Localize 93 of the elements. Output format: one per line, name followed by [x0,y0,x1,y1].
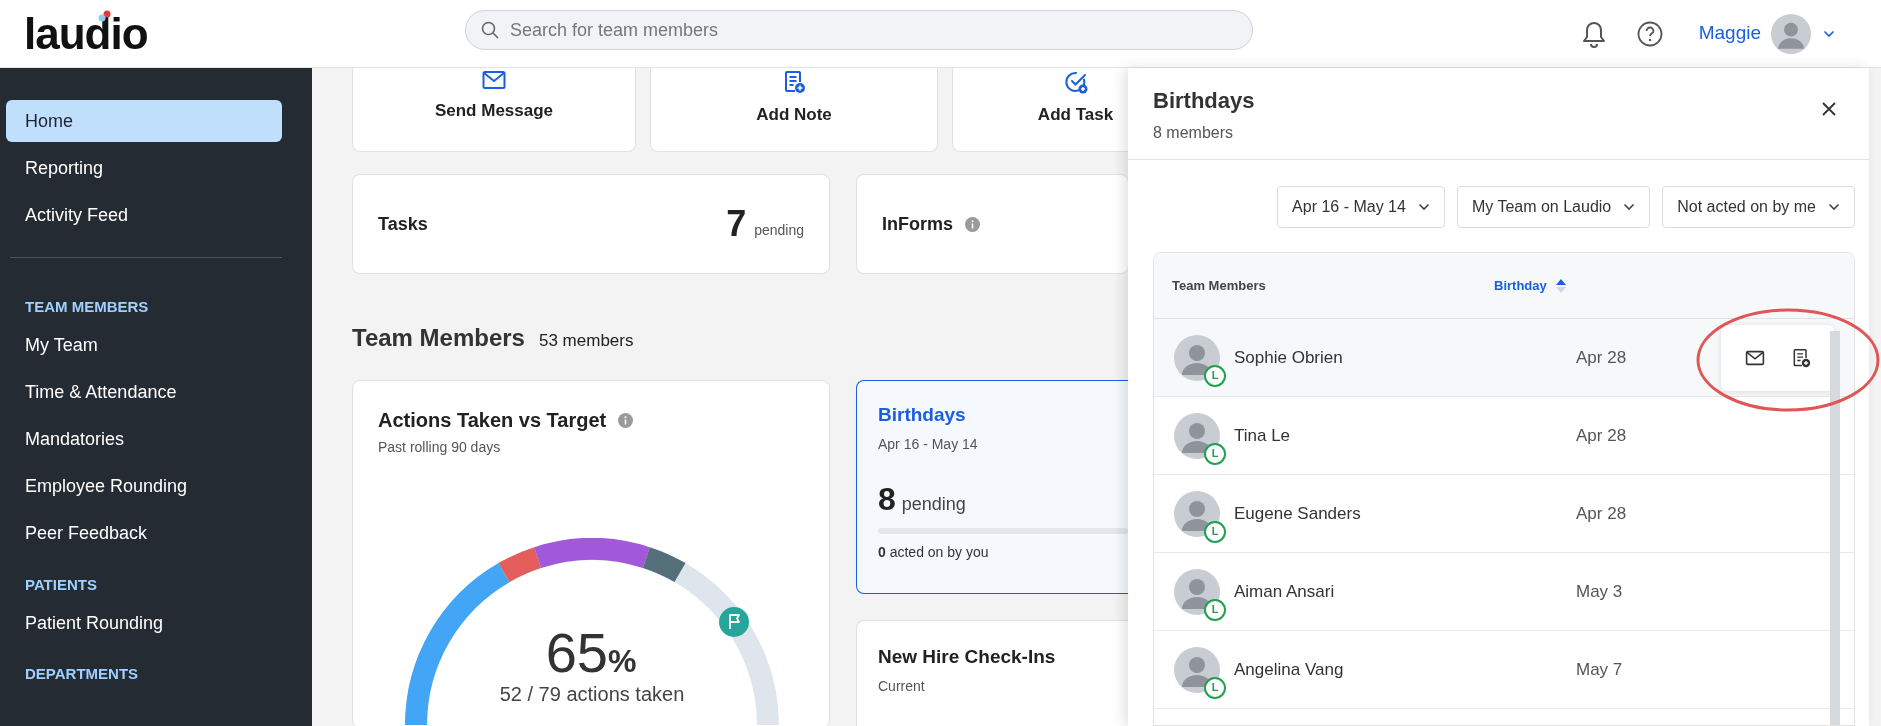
sidebar-item[interactable]: Patient Rounding [6,602,282,644]
pending-count: 7 [726,206,747,242]
new-hire-card[interactable]: New Hire Check-Ins Current [856,620,1128,726]
mail-icon [1744,350,1765,366]
sidebar-item[interactable]: Reporting [6,147,282,189]
summary-card[interactable]: Tasks 7 pending [352,174,830,274]
action-label: Add Task [1037,104,1114,126]
close-button[interactable] [1822,102,1836,116]
section-heading: DEPARTMENTS [25,664,140,684]
status-badge: L [1204,520,1226,543]
pending-label: pending [754,220,804,240]
sidebar-item[interactable]: Activity Feed [6,194,282,236]
status-badge: L [1204,598,1226,621]
scrollbar[interactable] [1830,331,1840,725]
search-field[interactable]: Search for team members [465,10,1253,50]
birthday-date: Apr 28 [1576,346,1627,369]
card-title: New Hire Check-Ins [878,645,1057,669]
section-title: Team Members [352,323,525,353]
filter-label: Apr 16 - May 14 [1292,197,1406,217]
filter-label: Not acted on by me [1677,197,1816,217]
quick-action-button[interactable]: Add Note [650,68,938,152]
note-add-icon [782,70,806,94]
card-title: Actions Taken vs Target [378,408,607,433]
chevron-down-icon [1417,203,1430,211]
sidebar-item[interactable]: My Team [6,324,282,367]
avatar-placeholder [1174,568,1220,615]
pending-count: 8 [878,482,896,515]
percent-sign: % [607,645,637,677]
sidebar-item[interactable]: Time & Attendance [6,371,282,414]
action-label: Add Note [756,104,832,126]
avatar-placeholder [1174,490,1220,537]
member-name[interactable]: Aiman Ansari [1234,578,1335,605]
user-name: Maggie [1698,21,1761,46]
member-name[interactable]: Eugene Sanders [1234,500,1361,527]
avatar-placeholder [1174,412,1220,459]
sort-icon [1554,277,1567,294]
sidebar-item[interactable]: Mandatories [6,418,282,461]
member-name[interactable]: Angelina Vang [1234,656,1344,683]
laudio-logo[interactable]: laudio [24,11,148,56]
member-name[interactable]: Tina Le [1234,422,1291,449]
status-badge: L [1204,442,1226,465]
section-heading: TEAM MEMBERS [25,297,150,317]
status-badge: L [1204,676,1226,699]
close-icon [1822,102,1836,116]
column-header[interactable]: Team Members [1172,275,1266,296]
card-title: Birthdays [878,403,967,427]
user-avatar [1771,13,1811,54]
chevron-down-icon [1823,29,1835,38]
quick-action-button[interactable]: Add Task [952,68,1128,152]
member-name[interactable]: Sophie Obrien [1234,344,1343,371]
chevron-down-icon [1623,203,1636,211]
column-header[interactable]: Birthday [1494,275,1547,296]
birthday-date: Apr 28 [1576,424,1627,447]
check-circle-icon [1063,70,1088,94]
card-subtitle: Past rolling 90 days [378,438,502,457]
card-subtitle: Current [878,676,926,696]
birthday-date: May 7 [1576,658,1623,681]
acted-text: 0 acted on by you [878,542,990,562]
birthday-date: Apr 28 [1576,502,1627,525]
summary-card[interactable]: InForms [856,174,1128,274]
section-heading: PATIENTS [25,574,98,595]
filter-dropdown[interactable]: My Team on Laudio [1456,186,1651,228]
chevron-down-icon [1828,203,1840,211]
pending-label: pending [901,492,966,516]
sidebar-item[interactable]: Peer Feedback [6,512,282,555]
filter-label: My Team on Laudio [1471,197,1612,217]
help-icon[interactable] [1636,20,1663,47]
filter-dropdown[interactable]: Not acted on by me [1662,186,1855,228]
card-title: Tasks [378,212,428,236]
bell-icon[interactable] [1580,19,1607,48]
search-icon [481,21,499,39]
percent-value: 65 [545,625,608,681]
birthdays-card[interactable]: Birthdays Apr 16 - May 14 8 pending 0 acted on by you [856,380,1128,594]
card-title: InForms [882,212,953,236]
panel-subtitle: 8 members [1153,123,1235,143]
filter-dropdown[interactable]: Apr 16 - May 14 [1277,186,1445,228]
send-message-button[interactable] [1744,350,1765,366]
flag-icon [719,606,750,637]
actions-reading: 52 / 79 actions taken [498,682,686,707]
status-badge: L [1204,364,1226,387]
avatar-placeholder [1174,334,1220,381]
user-menu[interactable]: Maggie [1698,13,1835,54]
birthday-date: May 3 [1576,580,1623,603]
sidebar-item[interactable]: Employee Rounding [6,465,282,508]
sidebar-item[interactable]: Home [6,100,282,142]
action-label: Send Message [434,100,554,122]
quick-action-button[interactable]: Send Message [352,68,636,152]
mail-icon [482,70,506,90]
member-count: 53 members [538,330,634,352]
avatar-placeholder [1174,646,1220,693]
panel-title: Birthdays [1153,87,1256,115]
date-range: Apr 16 - May 14 [878,434,979,454]
member-row[interactable]: L Sophie Obrien Apr 28 [1154,319,1854,397]
